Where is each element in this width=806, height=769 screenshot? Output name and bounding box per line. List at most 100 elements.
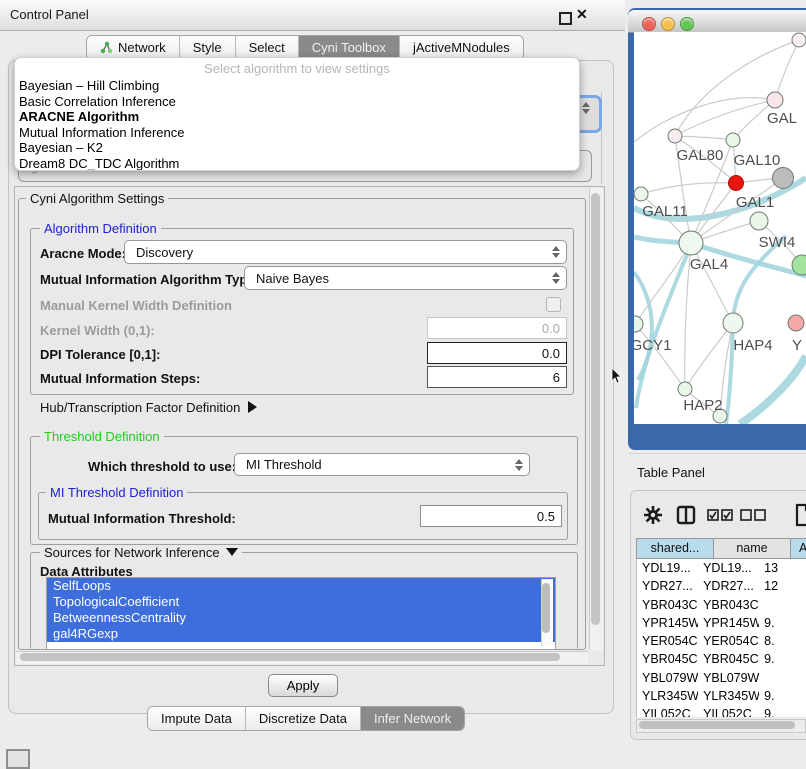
combo-stepper-icon bbox=[552, 272, 560, 284]
vertical-scrollbar-thumb[interactable] bbox=[591, 193, 600, 625]
attribute-item[interactable]: BetweennessCentrality bbox=[47, 610, 555, 626]
aracne-mode-combo[interactable]: Discovery bbox=[124, 240, 567, 264]
network-node[interactable] bbox=[773, 168, 794, 189]
dpi-tolerance-label: DPI Tolerance [0,1]: bbox=[40, 347, 160, 362]
unchecked-columns-icon[interactable] bbox=[740, 509, 766, 521]
tab-select[interactable]: Select bbox=[236, 36, 299, 59]
table-horizontal-scrollbar-thumb[interactable] bbox=[639, 721, 795, 729]
table-row[interactable]: YIL052CYIL052C9. bbox=[637, 705, 806, 717]
algorithm-option[interactable]: Bayesian – Hill Climbing bbox=[15, 78, 579, 94]
hub-definition-toggle[interactable]: Hub/Transcription Factor Definition bbox=[40, 400, 257, 415]
network-node-label: Y bbox=[792, 337, 802, 354]
table-row[interactable]: YPR145WYPR145W9. bbox=[637, 614, 806, 632]
table-row[interactable]: YBL079WYBL079W bbox=[637, 669, 806, 687]
hub-definition-label: Hub/Transcription Factor Definition bbox=[40, 400, 240, 415]
kernel-width-field[interactable] bbox=[427, 317, 567, 339]
dpi-tolerance-field[interactable] bbox=[427, 342, 567, 364]
network-node-gal[interactable] bbox=[767, 92, 783, 108]
algorithm-option[interactable]: Bayesian – K2 bbox=[15, 140, 579, 156]
attribute-item[interactable]: SelfLoops bbox=[47, 578, 555, 594]
network-edge bbox=[685, 323, 733, 389]
table-cell: 8. bbox=[759, 632, 806, 650]
table-cell: YDL19... bbox=[637, 559, 698, 577]
network-node-hap4[interactable] bbox=[723, 313, 743, 333]
which-threshold-value: MI Threshold bbox=[246, 457, 322, 472]
table-cell: YLR345W bbox=[698, 687, 759, 705]
which-threshold-combo[interactable]: MI Threshold bbox=[234, 453, 530, 476]
close-icon[interactable]: ✕ bbox=[576, 6, 588, 23]
network-edge bbox=[675, 136, 733, 140]
network-node-swi4[interactable] bbox=[750, 212, 768, 230]
tab-infer-network[interactable]: Infer Network bbox=[361, 707, 464, 730]
tab-jactivemnodules[interactable]: jActiveMNodules bbox=[400, 36, 523, 59]
tab-cyni-toolbox[interactable]: Cyni Toolbox bbox=[299, 36, 400, 59]
algorithm-option[interactable]: Basic Correlation Inference bbox=[15, 94, 579, 110]
attribute-item[interactable]: gal4RGexp bbox=[47, 626, 555, 642]
network-node-hap2[interactable] bbox=[678, 382, 692, 396]
network-node-gal1[interactable] bbox=[729, 176, 744, 191]
table-row[interactable]: YBR043CYBR043C bbox=[637, 596, 806, 614]
column-header-name[interactable]: name bbox=[713, 538, 790, 559]
network-node-gcy1[interactable] bbox=[634, 316, 643, 332]
close-traffic-light-icon[interactable] bbox=[642, 17, 656, 31]
network-node-label: GAL bbox=[767, 110, 797, 127]
algorithm-option[interactable]: Mutual Information Inference bbox=[15, 125, 579, 141]
minimize-traffic-light-icon[interactable] bbox=[661, 17, 675, 31]
mi-type-combo[interactable]: Naive Bayes bbox=[244, 266, 567, 290]
network-node-label: GAL11 bbox=[642, 203, 688, 220]
tab-discretize-data[interactable]: Discretize Data bbox=[246, 707, 361, 730]
minimized-panel-icon[interactable] bbox=[6, 749, 30, 769]
network-node-gal4[interactable] bbox=[679, 231, 703, 255]
tab-impute-data[interactable]: Impute Data bbox=[148, 707, 246, 730]
attributes-scrollbar-thumb[interactable] bbox=[542, 583, 550, 633]
table-row[interactable]: YDR27...YDR27...12 bbox=[637, 577, 806, 595]
network-node-y[interactable] bbox=[788, 315, 804, 331]
mi-steps-label: Mutual Information Steps: bbox=[40, 371, 200, 386]
checked-columns-icon[interactable] bbox=[707, 509, 733, 521]
attribute-item[interactable]: TopologicalCoefficient bbox=[47, 594, 555, 610]
sources-group-title[interactable]: Sources for Network Inference bbox=[40, 545, 242, 560]
table-cell bbox=[759, 669, 806, 687]
tab-style[interactable]: Style bbox=[180, 36, 236, 59]
apply-button[interactable]: Apply bbox=[268, 674, 338, 697]
control-panel-title: Control Panel bbox=[10, 7, 89, 22]
table-cell: YLR345W bbox=[637, 687, 698, 705]
network-edge bbox=[775, 40, 799, 100]
mi-threshold-group-title: MI Threshold Definition bbox=[46, 485, 187, 500]
page-icon[interactable] bbox=[795, 503, 806, 527]
mi-steps-field[interactable] bbox=[427, 366, 567, 388]
float-window-icon[interactable] bbox=[559, 12, 572, 25]
tab-network[interactable]: Network bbox=[87, 36, 180, 59]
algorithm-option[interactable]: ARACNE Algorithm bbox=[15, 109, 579, 125]
column-header-shared-[interactable]: shared... bbox=[636, 538, 713, 559]
network-node-gal10[interactable] bbox=[726, 133, 740, 147]
network-node-gal11[interactable] bbox=[634, 187, 648, 201]
table-cell: YER054C bbox=[637, 632, 698, 650]
table-row[interactable]: YER054CYER054C8. bbox=[637, 632, 806, 650]
zoom-traffic-light-icon[interactable] bbox=[680, 17, 694, 31]
network-node[interactable] bbox=[792, 33, 806, 47]
network-canvas[interactable]: GALGAL80GAL10GAL1GAL11SWI4GAL4GCY1HAP4YH… bbox=[634, 32, 806, 424]
table-row[interactable]: YDL19...YDL19...13 bbox=[637, 559, 806, 577]
table-row[interactable]: YBR045CYBR045C9. bbox=[637, 650, 806, 668]
table-cell: YBL079W bbox=[637, 669, 698, 687]
kernel-width-label: Kernel Width (0,1): bbox=[40, 323, 155, 338]
gear-icon[interactable] bbox=[643, 505, 663, 525]
network-window-titlebar[interactable] bbox=[628, 10, 806, 33]
manual-kernel-checkbox[interactable] bbox=[546, 297, 561, 312]
table-row[interactable]: YLR345WYLR345W9. bbox=[637, 687, 806, 705]
table-cell: 13 bbox=[759, 559, 806, 577]
data-attributes-list[interactable]: SelfLoopsTopologicalCoefficientBetweenne… bbox=[46, 577, 556, 650]
column-header-a[interactable]: A bbox=[790, 538, 806, 559]
network-node-gal80[interactable] bbox=[668, 129, 682, 143]
table-cell: YDL19... bbox=[698, 559, 759, 577]
algorithm-option[interactable]: Dream8 DC_TDC Algorithm bbox=[15, 156, 579, 172]
table-cell: YER054C bbox=[698, 632, 759, 650]
network-view-window: GALGAL80GAL10GAL1GAL11SWI4GAL4GCY1HAP4YH… bbox=[628, 8, 806, 450]
horizontal-scrollbar-thumb[interactable] bbox=[20, 653, 560, 661]
split-columns-icon[interactable] bbox=[676, 505, 696, 525]
mi-threshold-field[interactable] bbox=[420, 505, 562, 527]
mi-type-value: Naive Bayes bbox=[256, 271, 329, 286]
network-node-label: HAP4 bbox=[733, 337, 772, 354]
mouse-cursor bbox=[611, 367, 623, 385]
